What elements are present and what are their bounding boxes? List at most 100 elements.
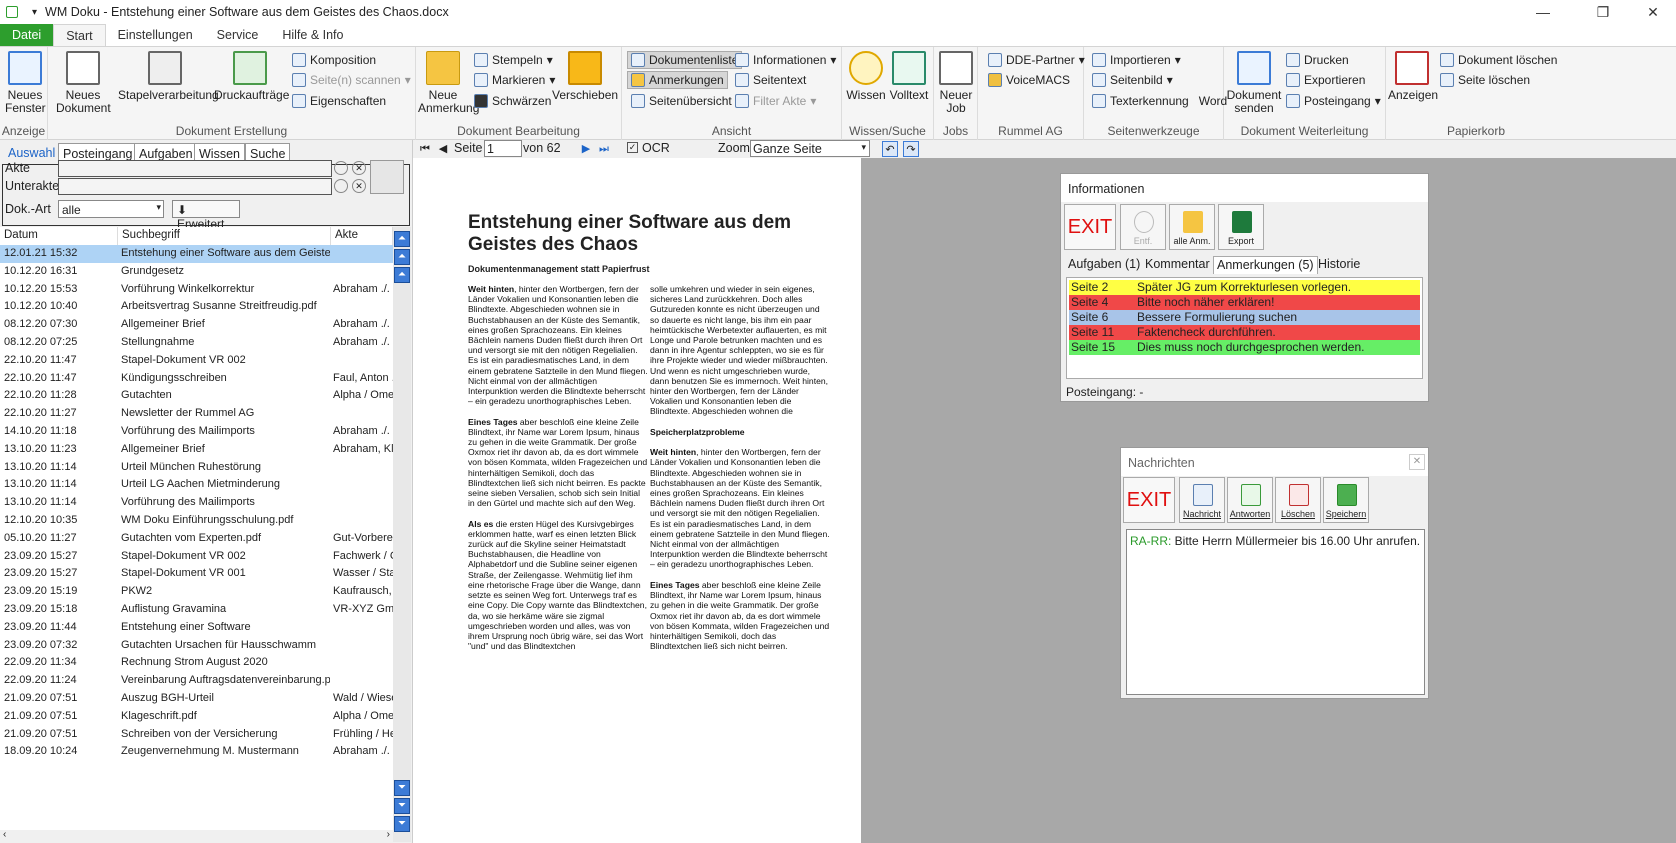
table-row[interactable]: 08.12.20 07:30 Allgemeiner Brief Abraham .… (0, 316, 393, 334)
maximize-button[interactable]: ❐ (1580, 0, 1626, 24)
scroll-down-icon[interactable]: ⏷ (394, 780, 410, 796)
anmerkungen-toggle[interactable]: Anmerkungen (627, 71, 728, 89)
texterkennung-button[interactable]: Texterkennung Word (1092, 94, 1227, 108)
table-row[interactable]: 21.09.20 07:51 Schreiben von der Versiche… (0, 726, 393, 744)
posteingang-button[interactable]: Posteingang ▾ (1286, 94, 1381, 108)
export-button[interactable]: Export (1218, 204, 1264, 250)
tab-start[interactable]: Start (53, 24, 106, 46)
tab-anmerkungen[interactable]: Anmerkungen (5) (1213, 256, 1318, 274)
table-row[interactable]: 14.10.20 11:18 Vorführung des Mailimports… (0, 423, 393, 441)
close-button[interactable]: ✕ (1630, 0, 1676, 24)
scroll-left-icon[interactable]: ‹ (3, 829, 6, 840)
tab-datei[interactable]: Datei (0, 24, 54, 46)
scroll-page-up-icon[interactable]: ⏶ (394, 249, 410, 265)
annotation-item[interactable]: Seite 4 Bitte noch näher erklären! (1069, 295, 1420, 310)
tab-hilfe[interactable]: Hilfe & Info (270, 24, 355, 46)
table-row[interactable]: 22.10.20 11:47 Stapel-Dokument VR 002 (0, 352, 393, 370)
zoom-select[interactable]: Ganze Seite ▾ (750, 140, 870, 157)
scroll-up-icon[interactable]: ⏶ (394, 267, 410, 283)
table-row[interactable]: 08.12.20 07:25 Stellungnahme Abraham ./. M (0, 334, 393, 352)
col-header-suchbegriff[interactable]: Suchbegriff (118, 227, 331, 245)
table-row[interactable]: 23.09.20 15:18 Auflistung Gravamina VR-XYZ… (0, 601, 393, 619)
dokument-senden-button[interactable]: Dokument senden (1226, 51, 1282, 115)
unterakte-input[interactable] (58, 178, 332, 195)
unterakte-clear-icon[interactable]: ✕ (352, 179, 366, 193)
table-row[interactable]: 10.12.20 10:40 Arbeitsvertrag Susanne Str… (0, 298, 393, 316)
neues-dokument-button[interactable]: Neues Dokument (56, 51, 111, 115)
table-row[interactable]: 23.09.20 11:44 Entstehung einer Software (0, 619, 393, 637)
tab-aufgaben-info[interactable]: Aufgaben (1) (1065, 256, 1143, 274)
table-row[interactable]: 18.09.20 10:24 Zeugenvernehmung M. Muster… (0, 743, 393, 761)
nachricht-button[interactable]: Nachricht (1179, 477, 1225, 523)
table-row[interactable]: 23.09.20 15:27 Stapel-Dokument VR 001 Wass… (0, 565, 393, 583)
drucken-button[interactable]: Drucken (1286, 53, 1349, 67)
annotation-item[interactable]: Seite 15 Dies muss noch durchgesprochen w… (1069, 340, 1420, 355)
table-row[interactable]: 12.10.20 10:35 WM Doku Einführungsschulun… (0, 512, 393, 530)
akte-input[interactable] (58, 160, 332, 177)
scroll-page-down-icon[interactable]: ⏷ (394, 798, 410, 814)
first-page-icon[interactable]: ⏮ (417, 141, 433, 157)
neues-fenster-button[interactable]: Neues Fenster (5, 51, 46, 115)
erweitert-button[interactable]: ⬇ Erweitert (172, 200, 240, 231)
table-row[interactable]: 23.09.20 15:27 Stapel-Dokument VR 002 Fach… (0, 548, 393, 566)
informationen-button[interactable]: Informationen ▾ (735, 53, 836, 67)
msg-exit-button[interactable]: EXIT (1123, 477, 1175, 523)
table-row[interactable]: 10.12.20 16:31 Grundgesetz (0, 263, 393, 281)
exportieren-button[interactable]: Exportieren (1286, 73, 1365, 87)
stapelverarbeitung-button[interactable]: Stapelverarbeitung (118, 51, 219, 102)
antworten-button[interactable]: Antworten (1227, 477, 1273, 523)
prev-page-icon[interactable]: ◀ (435, 141, 451, 157)
horizontal-scrollbar[interactable]: ‹ › (0, 829, 393, 843)
table-row[interactable]: 21.09.20 07:51 Auszug BGH-Urteil Wald / Wi… (0, 690, 393, 708)
wissen-button[interactable]: Wissen (846, 51, 886, 102)
scroll-bottom-icon[interactable]: ⏷ (394, 816, 410, 832)
close-icon[interactable]: ✕ (1409, 454, 1425, 470)
importieren-button[interactable]: Importieren ▾ (1092, 53, 1181, 67)
scroll-top-icon[interactable]: ⏶ (394, 231, 410, 247)
seitenuebersicht-button[interactable]: Seitenübersicht (631, 94, 732, 108)
browse-akte-icon[interactable] (370, 160, 404, 194)
filter-akte-button[interactable]: Filter Akte ▾ (735, 94, 816, 108)
unterakte-search-icon[interactable] (334, 179, 348, 193)
akte-search-icon[interactable] (334, 161, 348, 175)
tab-kommentar[interactable]: Kommentar (1142, 256, 1213, 274)
loeschen-button[interactable]: Löschen (1275, 477, 1321, 523)
dokumentenliste-toggle[interactable]: Dokumentenliste (627, 51, 743, 69)
neuer-job-button[interactable]: Neuer Job (937, 51, 975, 115)
verschieben-button[interactable]: Verschieben (552, 51, 618, 102)
dokart-select[interactable]: alle ▾ (58, 200, 164, 218)
rotate-right-icon[interactable]: ↷ (903, 141, 919, 157)
table-row[interactable]: 22.09.20 11:24 Vereinbarung Auftragsdaten… (0, 672, 393, 690)
vertical-scrollbar[interactable]: ⏶ ⏶ ⏶ ⏷ ⏷ ⏷ (393, 227, 411, 842)
page-number-input[interactable]: 1 (484, 140, 522, 157)
table-row[interactable]: 05.10.20 11:27 Gutachten vom Experten.pdf… (0, 530, 393, 548)
word-button[interactable]: Word (1199, 94, 1227, 108)
table-row[interactable]: 22.10.20 11:28 Gutachten Alpha / Omeg (0, 387, 393, 405)
alle-anm-button[interactable]: alle Anm. (1169, 204, 1215, 250)
table-row[interactable]: 12.01.21 15:32 Entstehung einer Software … (0, 245, 393, 263)
table-row[interactable]: 23.09.20 15:19 PKW2 Kaufrausch, (0, 583, 393, 601)
table-row[interactable]: 21.09.20 07:51 Klageschrift.pdf Alpha / Om… (0, 708, 393, 726)
neue-anmerkung-button[interactable]: Neue Anmerkung (418, 51, 479, 115)
annotation-item[interactable]: Seite 11 Faktencheck durchführen. (1069, 325, 1420, 340)
komposition-button[interactable]: Komposition (292, 53, 376, 67)
druckauftraege-button[interactable]: Druckaufträge (214, 51, 289, 102)
annotation-item[interactable]: Seite 2 Später JG zum Korrekturlesen vorl… (1069, 280, 1420, 295)
seitenbild-button[interactable]: Seitenbild ▾ (1092, 73, 1173, 87)
eigenschaften-button[interactable]: Eigenschaften (292, 94, 386, 108)
table-row[interactable]: 10.12.20 15:53 Vorführung Winkelkorrektur… (0, 281, 393, 299)
dokument-loeschen-button[interactable]: Dokument löschen (1440, 53, 1557, 67)
volltext-button[interactable]: Volltext (888, 51, 930, 102)
scroll-right-icon[interactable]: › (387, 829, 390, 840)
table-row[interactable]: 23.09.20 07:32 Gutachten Ursachen für Hau… (0, 637, 393, 655)
rotate-left-icon[interactable]: ↶ (882, 141, 898, 157)
quick-access-dropdown-icon[interactable]: ▾ (32, 7, 37, 18)
minimize-button[interactable]: — (1520, 0, 1566, 24)
col-header-datum[interactable]: Datum (0, 227, 118, 245)
last-page-icon[interactable]: ⏭ (596, 141, 612, 157)
tab-einstellungen[interactable]: Einstellungen (106, 24, 205, 46)
markieren-button[interactable]: Markieren ▾ (474, 73, 555, 87)
schwaerzen-button[interactable]: Schwärzen (474, 94, 551, 108)
next-page-icon[interactable]: ▶ (578, 141, 594, 157)
entf-button[interactable]: Entf. (1120, 204, 1166, 250)
